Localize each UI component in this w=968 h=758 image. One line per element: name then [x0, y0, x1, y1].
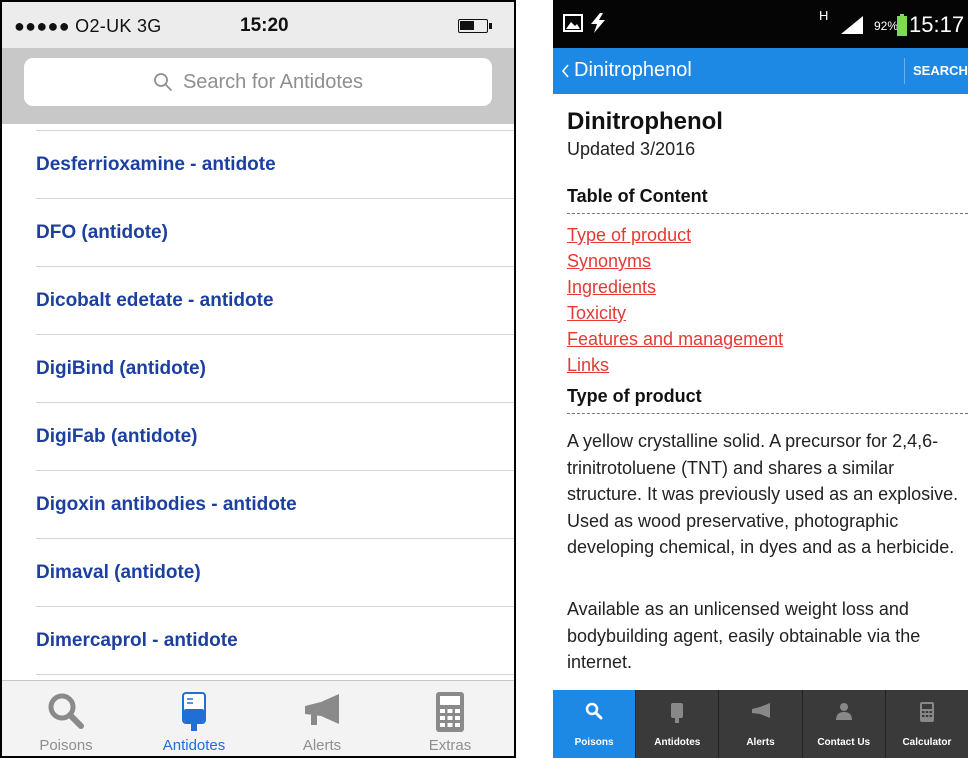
tab-alerts[interactable]: Alerts	[258, 681, 386, 756]
toc-link-type-of-product[interactable]: Type of product	[567, 222, 783, 248]
toc-heading: Table of Content	[567, 186, 708, 206]
search-placeholder: Search for Antidotes	[182, 70, 364, 93]
search-icon	[154, 73, 172, 91]
article-content: Dinitrophenol Updated 3/2016 Table of Co…	[553, 94, 968, 690]
tab-antidotes[interactable]: Antidotes	[130, 681, 258, 756]
person-icon	[835, 703, 852, 720]
nav-label: Antidotes	[654, 737, 701, 748]
list-item[interactable]: Dimercaprol - antidote	[36, 607, 514, 675]
paragraph: A yellow crystalline solid. A precursor …	[567, 431, 959, 557]
app-bar: Dinitrophenol SEARCH	[553, 48, 968, 94]
toc-link-links[interactable]: Links	[567, 352, 783, 378]
antidote-list: Desferrioxamine - antidote DFO (antidote…	[2, 124, 514, 680]
list-item-label: DigiBind (antidote)	[36, 357, 206, 379]
battery-charging-icon	[897, 14, 907, 36]
list-item-label: Dimaval (antidote)	[36, 561, 201, 583]
section-heading: Type of product	[567, 386, 702, 406]
status-time: 15:20	[240, 15, 289, 36]
signal-icon	[841, 16, 863, 34]
tab-poisons[interactable]: Poisons	[2, 681, 130, 756]
list-item[interactable]: DigiBind (antidote)	[36, 335, 514, 403]
list-item-label: Dimercaprol - antidote	[36, 629, 238, 651]
back-button[interactable]: Dinitrophenol	[561, 59, 692, 82]
tab-label: Alerts	[302, 737, 342, 754]
nav-calculator[interactable]: Calculator	[886, 690, 968, 758]
android-dinitrophenol-screen: H 92% 15:17 Dinitrophenol SEARCH Dinitro…	[553, 0, 968, 758]
nav-label: Contact Us	[817, 737, 871, 748]
android-status-bar: H 92% 15:17	[553, 0, 968, 48]
battery-percent: 92%	[874, 19, 899, 33]
iv-bag-icon	[182, 692, 206, 731]
iv-bag-icon	[671, 703, 684, 723]
search-bar-container: Search for Antidotes	[2, 48, 514, 124]
list-item-label: Dicobalt edetate - antidote	[36, 289, 274, 311]
tab-extras[interactable]: Extras	[386, 681, 514, 756]
search-input[interactable]: Search for Antidotes	[24, 58, 492, 106]
megaphone-icon	[305, 694, 339, 725]
image-notification-icon	[563, 14, 583, 32]
toc-link-features[interactable]: Features and management	[567, 326, 783, 352]
back-label: Dinitrophenol	[574, 59, 692, 81]
tab-label: Poisons	[39, 737, 93, 754]
nav-label: Poisons	[574, 737, 614, 748]
list-item[interactable]: Dimaval (antidote)	[36, 539, 514, 607]
list-item[interactable]: Dicobalt edetate - antidote	[36, 267, 514, 335]
nav-antidotes[interactable]: Antidotes	[636, 690, 720, 758]
tab-label: Extras	[428, 737, 472, 754]
magnifier-icon	[48, 693, 84, 729]
calculator-icon	[436, 692, 464, 732]
nav-label: Calculator	[902, 737, 952, 748]
search-button[interactable]: SEARCH	[913, 63, 968, 78]
ios-antidotes-screen: ●●●●● O2-UK 3G 15:20 Search for Antidote…	[0, 0, 516, 758]
carrier-label: ●●●●● O2-UK 3G	[14, 16, 162, 36]
bottom-nav: Poisons Antidotes Alerts Contact Us Calc…	[553, 690, 968, 758]
list-item-label: DFO (antidote)	[36, 221, 168, 243]
toc-link-toxicity[interactable]: Toxicity	[567, 300, 783, 326]
magnifier-icon	[585, 702, 603, 720]
list-item[interactable]: Desferrioxamine - antidote	[36, 131, 514, 199]
flash-icon	[591, 13, 605, 33]
page-title: Dinitrophenol	[567, 108, 723, 135]
ios-status-bar: ●●●●● O2-UK 3G 15:20	[2, 2, 514, 48]
list-item-label: DigiFab (antidote)	[36, 425, 198, 447]
list-item[interactable]: DFO (antidote)	[36, 199, 514, 267]
chevron-left-icon	[561, 63, 569, 78]
list-item-label: Desferrioxamine - antidote	[36, 153, 276, 175]
network-type-label: H	[819, 8, 829, 23]
calculator-icon	[919, 702, 934, 722]
nav-alerts[interactable]: Alerts	[719, 690, 803, 758]
nav-label: Alerts	[746, 737, 775, 748]
list-item-label: Digoxin antibodies - antidote	[36, 493, 297, 515]
tab-label: Antidotes	[162, 737, 226, 754]
nav-contact-us[interactable]: Contact Us	[803, 690, 886, 758]
battery-icon	[458, 19, 492, 33]
table-of-contents: Type of product Synonyms Ingredients Tox…	[567, 222, 783, 378]
updated-date: Updated 3/2016	[567, 139, 696, 159]
list-item[interactable]: DigiFab (antidote)	[36, 403, 514, 471]
ios-tab-bar: Poisons Antidotes Alerts Extras	[2, 680, 514, 756]
list-item[interactable]: Digoxin antibodies - antidote	[36, 471, 514, 539]
nav-poisons[interactable]: Poisons	[553, 690, 637, 758]
toc-link-synonyms[interactable]: Synonyms	[567, 248, 783, 274]
megaphone-icon	[751, 703, 770, 718]
paragraph: Available as an unlicensed weight loss a…	[567, 599, 921, 672]
status-time: 15:17	[909, 12, 965, 37]
toc-link-ingredients[interactable]: Ingredients	[567, 274, 783, 300]
